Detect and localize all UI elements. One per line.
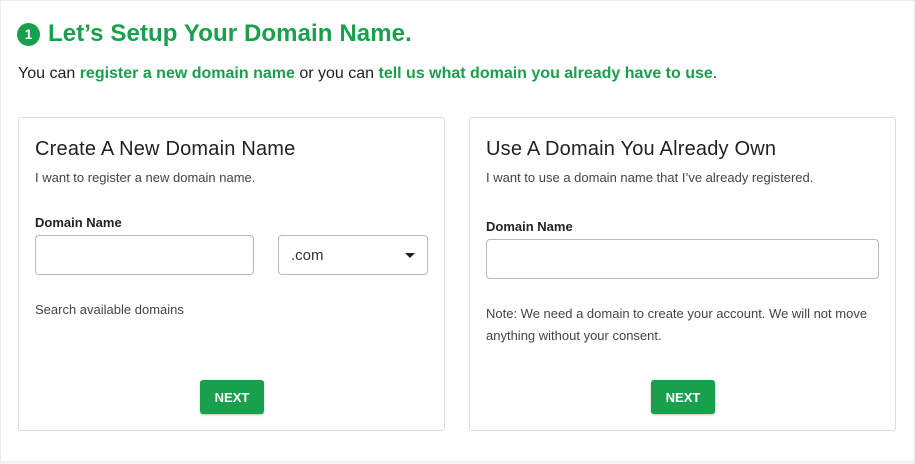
use-existing-domain-card: Use A Domain You Already Own I want to u… [469, 117, 896, 431]
new-domain-name-input[interactable] [35, 235, 254, 275]
intro-prefix: You can [18, 65, 80, 82]
page-title: Let’s Setup Your Domain Name. [48, 20, 412, 47]
step-header: 1 Let’s Setup Your Domain Name. [17, 20, 412, 48]
domain-name-label: Domain Name [486, 219, 573, 234]
intro-text: You can register a new domain name or yo… [18, 65, 717, 83]
register-new-domain-link[interactable]: register a new domain name [80, 65, 295, 82]
card-subtitle: I want to register a new domain name. [35, 170, 256, 185]
page-container: 1 Let’s Setup Your Domain Name. You can … [0, 0, 915, 462]
next-button[interactable]: NEXT [651, 380, 715, 414]
card-title: Create A New Domain Name [35, 138, 296, 160]
tld-selected-value: .com [291, 246, 324, 264]
step-number-badge: 1 [17, 22, 40, 46]
domain-name-label: Domain Name [35, 215, 122, 230]
chevron-down-icon [405, 252, 415, 258]
consent-note: Note: We need a domain to create your ac… [486, 306, 868, 343]
next-button[interactable]: NEXT [200, 380, 264, 414]
card-subtitle: I want to use a domain name that I’ve al… [486, 170, 814, 185]
card-title: Use A Domain You Already Own [486, 138, 777, 160]
existing-domain-name-input[interactable] [486, 239, 879, 279]
tld-select[interactable]: .com [278, 235, 428, 275]
create-new-domain-card: Create A New Domain Name I want to regis… [18, 117, 445, 431]
use-existing-domain-link[interactable]: tell us what domain you already have to … [378, 65, 712, 82]
intro-middle: or you can [294, 65, 379, 82]
search-available-domains-text: Search available domains [35, 302, 184, 317]
intro-suffix: . [712, 65, 718, 82]
